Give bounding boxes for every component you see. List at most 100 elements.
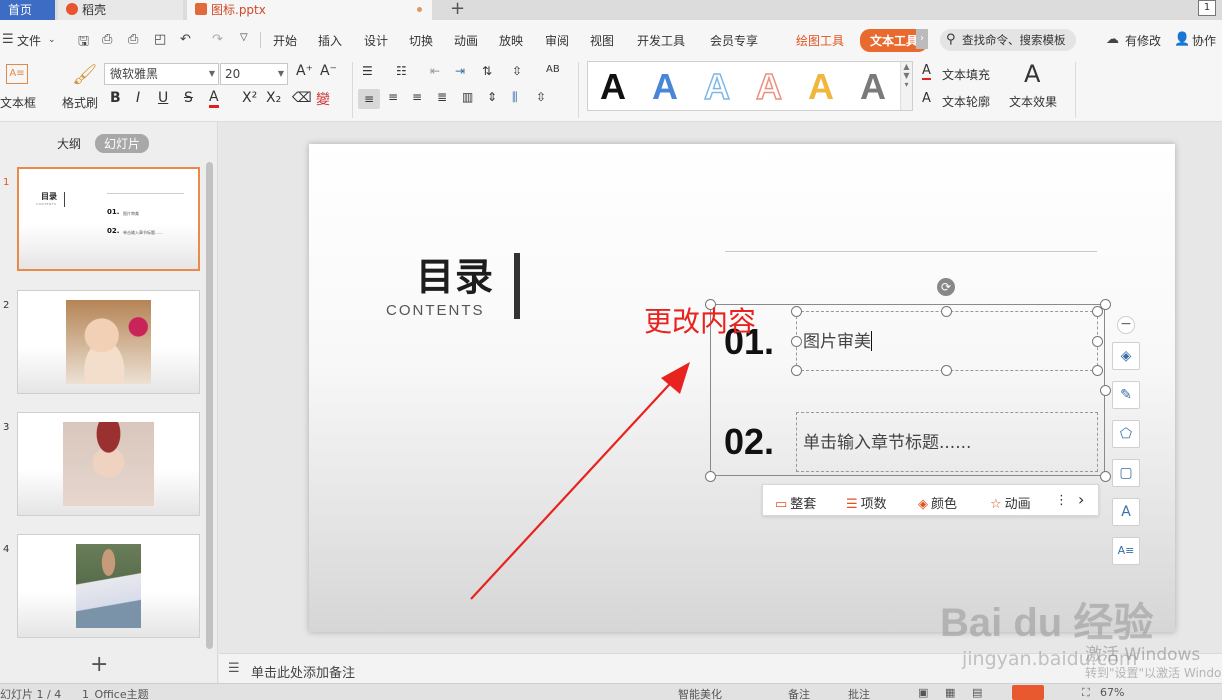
- text-handle[interactable]: [1092, 306, 1103, 317]
- slide-thumbnail-2[interactable]: [17, 290, 200, 394]
- text-style-gallery[interactable]: A A A A A A ▲ ▼ ▾: [587, 61, 913, 111]
- numbering-icon[interactable]: ☷: [396, 64, 407, 78]
- decrease-font-icon[interactable]: A⁻: [320, 63, 337, 79]
- slide-thumbnail-4[interactable]: [17, 534, 200, 638]
- play-slideshow-button[interactable]: [1012, 685, 1044, 700]
- font-name-select[interactable]: 微软雅黑 ▼: [104, 63, 219, 85]
- text-effect-button[interactable]: 文本效果: [1009, 93, 1057, 110]
- smart-beautify-button[interactable]: 智能美化: [678, 686, 722, 700]
- bullets-icon[interactable]: ☰: [362, 64, 373, 78]
- text-layout-icon[interactable]: A≡: [1112, 537, 1140, 565]
- gallery-scroll[interactable]: ▲ ▼ ▾: [900, 62, 912, 110]
- has-changes-button[interactable]: 有修改: [1125, 32, 1161, 49]
- text-handle[interactable]: [791, 365, 802, 376]
- print-icon[interactable]: ⎙: [128, 32, 138, 47]
- hamburger-icon[interactable]: ☰: [2, 32, 14, 47]
- collab-button[interactable]: 协作: [1192, 32, 1216, 49]
- menu-view[interactable]: 视图: [590, 32, 614, 49]
- border-icon[interactable]: ▢: [1112, 459, 1140, 487]
- menu-transition[interactable]: 切换: [409, 32, 433, 49]
- text-outline-icon[interactable]: A: [922, 91, 931, 106]
- text-handle[interactable]: [1092, 365, 1103, 376]
- strikethrough-icon[interactable]: S: [184, 90, 193, 106]
- bold-icon[interactable]: B: [110, 90, 121, 106]
- tab-document[interactable]: 图标.pptx: [187, 0, 432, 20]
- layers-icon[interactable]: ◈: [1112, 342, 1140, 370]
- item-title-input-1[interactable]: 图片审美: [796, 311, 1098, 371]
- align-center-icon[interactable]: ≡: [388, 90, 398, 104]
- item-title-input-2[interactable]: 单击输入章节标题......: [796, 412, 1098, 472]
- zoom-level[interactable]: 67%: [1100, 686, 1124, 699]
- indent-icon[interactable]: ⇥: [455, 64, 465, 78]
- tab-slides[interactable]: 幻灯片: [95, 134, 150, 153]
- ctx-color[interactable]: ◈ 颜色: [918, 493, 957, 512]
- text-handle[interactable]: [941, 306, 952, 317]
- clear-format-icon[interactable]: ⌫: [292, 90, 312, 106]
- text-style-3[interactable]: A: [703, 65, 731, 108]
- font-color-icon[interactable]: A: [209, 90, 219, 108]
- increase-font-icon[interactable]: A⁺: [296, 63, 313, 79]
- text-style-1[interactable]: A: [600, 66, 626, 108]
- menu-developer[interactable]: 开发工具: [637, 32, 685, 49]
- fill-bucket-icon[interactable]: ⬠: [1112, 420, 1140, 448]
- underline-icon[interactable]: U: [158, 90, 168, 106]
- menu-review[interactable]: 审阅: [545, 32, 569, 49]
- customize-toolbar-icon[interactable]: ▽: [240, 32, 248, 43]
- font-size-select[interactable]: 20 ▼: [220, 63, 288, 85]
- menu-file[interactable]: 文件: [17, 32, 41, 49]
- line-spacing-icon[interactable]: ⇳: [512, 64, 522, 78]
- text-handle[interactable]: [791, 306, 802, 317]
- ctx-animation[interactable]: ☆ 动画: [990, 493, 1031, 512]
- normal-view-icon[interactable]: ▣: [918, 686, 928, 699]
- textbox-button[interactable]: 文本框: [0, 94, 36, 111]
- fit-window-icon[interactable]: ⛶: [1082, 686, 1090, 700]
- preview-icon[interactable]: ◰: [154, 32, 166, 47]
- resize-handle[interactable]: [705, 471, 716, 482]
- menu-member[interactable]: 会员专享: [710, 32, 758, 49]
- ctx-item-count[interactable]: ☰ 项数: [846, 493, 887, 512]
- align-left-icon[interactable]: ≡: [358, 89, 380, 109]
- align-right-icon[interactable]: ≡: [412, 90, 422, 104]
- tab-home[interactable]: 首页: [0, 0, 55, 20]
- text-style-2[interactable]: A: [652, 66, 678, 108]
- text-direction-icon[interactable]: ⇅: [482, 64, 492, 78]
- text-style-5[interactable]: A: [808, 66, 834, 108]
- pane-scrollbar[interactable]: [206, 162, 213, 649]
- text-fill-button[interactable]: 文本填充: [942, 66, 990, 83]
- menu-draw-tool[interactable]: 绘图工具: [796, 32, 844, 49]
- format-painter-icon[interactable]: 🖌: [72, 62, 97, 86]
- line-height-icon[interactable]: ⇳: [536, 90, 546, 104]
- tab-outline[interactable]: 大纲: [57, 135, 81, 152]
- new-tab-plus-icon[interactable]: +: [450, 0, 465, 18]
- text-handle[interactable]: [1092, 336, 1103, 347]
- phonetic-icon[interactable]: 變: [316, 89, 330, 109]
- menu-scroll-right-icon[interactable]: ›: [916, 29, 928, 49]
- resize-handle[interactable]: [1100, 385, 1111, 396]
- menu-insert[interactable]: 插入: [318, 32, 342, 49]
- notes-placeholder[interactable]: 单击此处添加备注: [251, 662, 355, 681]
- export-icon[interactable]: ⎙: [102, 32, 112, 47]
- text-style-6[interactable]: A: [860, 66, 886, 108]
- text-fill-icon[interactable]: A: [922, 64, 931, 80]
- ctx-more-icon[interactable]: ⋮: [1055, 493, 1068, 508]
- menu-animation[interactable]: 动画: [454, 32, 478, 49]
- redo-icon[interactable]: ↷: [212, 32, 223, 47]
- subscript-icon[interactable]: X₂: [266, 90, 281, 106]
- comments-toggle[interactable]: 批注: [848, 686, 870, 700]
- current-slide[interactable]: 目录 CONTENTS ⟳ 01. 图片审美 02. 单击输入章节标题.....…: [309, 144, 1175, 632]
- menu-start[interactable]: 开始: [273, 32, 297, 49]
- text-align-icon[interactable]: AB: [546, 64, 560, 75]
- format-painter-button[interactable]: 格式刷: [62, 94, 98, 111]
- add-slide-plus-icon[interactable]: +: [90, 652, 108, 677]
- menu-design[interactable]: 设计: [364, 32, 388, 49]
- chevron-down-icon[interactable]: ⌄: [48, 35, 56, 45]
- textbox-icon[interactable]: A≡: [6, 64, 28, 84]
- command-search[interactable]: ⚲ 查找命令、搜索模板: [940, 29, 1076, 51]
- slide-subtitle[interactable]: CONTENTS: [386, 302, 485, 319]
- slide-thumbnail-3[interactable]: [17, 412, 200, 516]
- window-page-indicator[interactable]: 1: [1198, 0, 1216, 16]
- text-handle[interactable]: [941, 365, 952, 376]
- notes-toggle[interactable]: 备注: [788, 686, 810, 700]
- rotate-handle-icon[interactable]: ⟳: [937, 278, 955, 296]
- justify-icon[interactable]: ≣: [437, 90, 447, 104]
